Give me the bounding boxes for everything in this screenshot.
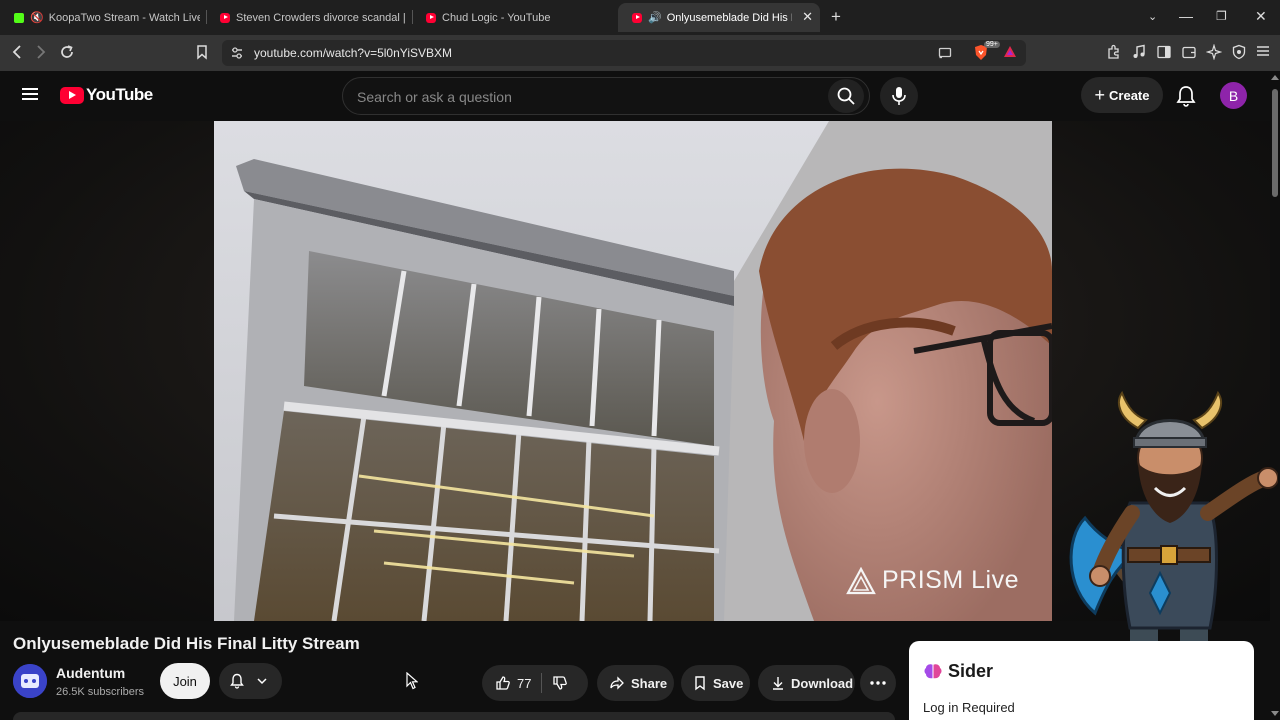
mouse-cursor-icon [406, 672, 418, 690]
notifications-bell-icon[interactable] [1176, 85, 1196, 112]
tab-search-chevron-icon[interactable]: ⌄ [1148, 10, 1157, 23]
search-icon [837, 87, 855, 105]
video-title: Onlyusemeblade Did His Final Litty Strea… [13, 634, 360, 653]
tab-koopatwo[interactable]: 🔇 KoopaTwo Stream - Watch Live on [0, 3, 200, 32]
share-label: Share [631, 675, 668, 691]
youtube-logo-icon[interactable] [60, 87, 84, 104]
subscription-notification-button[interactable] [219, 663, 282, 699]
watermark-text: PRISM Live [882, 566, 1019, 594]
browser-tab-strip: 🔇 KoopaTwo Stream - Watch Live on Steven… [0, 0, 1280, 35]
channel-avatar[interactable] [13, 664, 47, 698]
share-icon [610, 676, 624, 690]
wallet-icon[interactable] [1181, 44, 1197, 63]
scroll-up-arrow-icon[interactable] [1271, 75, 1279, 80]
download-label: Download [791, 675, 854, 691]
tab-title: KoopaTwo Stream - Watch Live on [48, 11, 200, 24]
tab-chud-logic[interactable]: Chud Logic - YouTube [412, 3, 612, 32]
like-count: 77 [517, 675, 532, 691]
shields-count-badge: 99+ [984, 41, 1000, 48]
vpn-shield-icon[interactable] [1231, 44, 1247, 63]
create-label: Create [1109, 87, 1150, 103]
extensions-icon[interactable] [1106, 44, 1122, 63]
browser-toolbar: youtube.com/watch?v=5l0nYiSVBXM 99+ [0, 35, 1280, 71]
sidebar-icon[interactable] [1156, 44, 1172, 63]
more-actions-button[interactable] [860, 665, 896, 701]
sider-brand-text: Sider [948, 661, 994, 681]
youtube-icon [220, 12, 230, 23]
tab-title: Onlyusemeblade Did His Final [666, 11, 792, 24]
youtube-header: YouTube Search or ask a question + Creat… [0, 71, 1270, 121]
video-player[interactable] [214, 121, 1052, 621]
tab-title: Steven Crowders divorce scandal | RE [236, 11, 406, 24]
tab-onlyusemeblade[interactable]: 🔊 Onlyusemeblade Did His Final ✕ [618, 3, 820, 32]
minimize-icon[interactable]: — [1179, 8, 1193, 24]
reload-icon[interactable] [59, 44, 75, 65]
like-button[interactable]: 77 [495, 675, 531, 691]
search-placeholder: Search or ask a question [357, 89, 512, 105]
back-icon[interactable] [10, 44, 24, 65]
account-avatar[interactable]: B [1220, 82, 1247, 109]
dislike-button[interactable] [552, 675, 568, 691]
save-label: Save [713, 675, 744, 691]
scroll-thumb[interactable] [1272, 89, 1278, 197]
prism-live-watermark: PRISM Live [846, 566, 1019, 595]
download-button[interactable]: Download [758, 665, 855, 701]
sider-login-message: Log in Required [923, 700, 1015, 715]
tab-steven-crowder[interactable]: Steven Crowders divorce scandal | RE [206, 3, 406, 32]
download-icon [773, 677, 783, 690]
bell-icon [230, 673, 244, 689]
youtube-icon [632, 12, 642, 23]
share-button[interactable]: Share [597, 665, 674, 701]
channel-name[interactable]: Audentum [56, 665, 125, 681]
search-button[interactable] [828, 79, 864, 113]
chevron-down-icon [257, 678, 267, 685]
microphone-icon [892, 87, 906, 105]
restore-icon[interactable]: ❐ [1216, 9, 1227, 23]
save-button[interactable]: Save [681, 665, 750, 701]
brave-rewards-icon[interactable] [1003, 45, 1017, 64]
voice-search-button[interactable] [880, 77, 918, 115]
kick-icon [14, 12, 24, 23]
scroll-down-arrow-icon[interactable] [1271, 711, 1279, 716]
channel-logo-icon [13, 664, 47, 698]
sider-brain-icon [924, 663, 942, 678]
leo-ai-icon[interactable] [1205, 43, 1223, 63]
like-dislike-divider [541, 673, 543, 693]
address-bar[interactable]: youtube.com/watch?v=5l0nYiSVBXM 99+ [222, 40, 1026, 66]
new-tab-icon[interactable]: + [831, 7, 841, 27]
media-controls-icon[interactable] [1131, 44, 1147, 63]
url-text: youtube.com/watch?v=5l0nYiSVBXM [254, 46, 452, 60]
sider-brand: Sider [923, 661, 993, 682]
thumbs-up-icon [496, 676, 510, 690]
close-tab-icon[interactable]: ✕ [802, 9, 813, 25]
site-settings-icon[interactable] [231, 46, 243, 65]
muted-speaker-icon[interactable]: 🔇 [30, 11, 44, 24]
save-bookmark-icon [695, 676, 705, 691]
tab-title: Chud Logic - YouTube [442, 11, 551, 24]
like-dislike-group: 77 [482, 665, 588, 701]
youtube-logo-text[interactable]: YouTube [86, 85, 153, 105]
sider-panel: Sider Log in Required [909, 641, 1254, 720]
prism-logo-icon [846, 566, 876, 594]
description-box[interactable] [13, 712, 895, 720]
thumbs-down-icon [553, 676, 568, 690]
menu-icon[interactable] [1256, 44, 1270, 61]
bookmark-icon[interactable] [195, 44, 209, 65]
search-input[interactable]: Search or ask a question [342, 77, 870, 115]
create-button[interactable]: + Create [1081, 77, 1163, 113]
youtube-icon [426, 12, 436, 23]
cast-icon[interactable] [938, 46, 952, 65]
close-window-icon[interactable]: ✕ [1255, 8, 1267, 25]
more-horizontal-icon [870, 681, 886, 685]
speaker-icon[interactable]: 🔊 [648, 11, 662, 24]
video-frame-image [214, 121, 1052, 621]
forward-icon[interactable] [34, 44, 48, 65]
guide-menu-icon[interactable] [22, 88, 38, 100]
join-button[interactable]: Join [160, 663, 210, 699]
subscriber-count: 26.5K subscribers [56, 686, 145, 698]
plus-icon: + [1094, 85, 1106, 105]
